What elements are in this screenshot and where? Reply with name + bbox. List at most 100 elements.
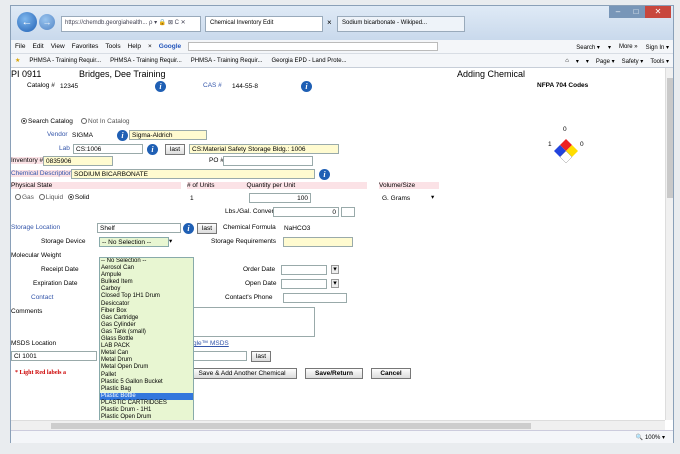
po-input[interactable] bbox=[223, 156, 313, 166]
favorite-link[interactable]: PHMSA - Training Requir... bbox=[191, 58, 263, 64]
msds-last-button[interactable]: last bbox=[251, 351, 271, 362]
lbs-convert-box[interactable] bbox=[341, 207, 355, 217]
storage-loc-info-icon[interactable]: i bbox=[183, 223, 194, 234]
storage-device-option[interactable]: Closed Top 1H1 Drum bbox=[100, 293, 193, 300]
storage-device-option[interactable]: Gas Tank (small) bbox=[100, 329, 193, 336]
storage-device-option[interactable]: Gas Cylinder bbox=[100, 322, 193, 329]
chevron-down-icon[interactable]: ▾ bbox=[169, 237, 172, 245]
home-icon[interactable]: ⌂ bbox=[565, 58, 569, 64]
lab-info-icon[interactable]: i bbox=[147, 144, 158, 155]
close-icon[interactable]: × bbox=[148, 43, 152, 50]
units-input[interactable]: 1 bbox=[187, 193, 247, 203]
storage-device-option[interactable]: Aerosol Can bbox=[100, 265, 193, 272]
solid-radio[interactable] bbox=[67, 194, 74, 201]
safety-menu[interactable]: Safety ▾ bbox=[622, 58, 644, 65]
storage-device-option[interactable]: Metal Drum bbox=[100, 357, 193, 364]
zoom-level[interactable]: 🔍 100% ▾ bbox=[636, 434, 665, 441]
not-in-catalog-option[interactable]: Not In Catalog bbox=[81, 118, 130, 125]
not-in-catalog-radio[interactable] bbox=[81, 118, 87, 125]
favorite-link[interactable]: Georgia EPD - Land Prote... bbox=[272, 58, 347, 64]
menu-edit[interactable]: Edit bbox=[32, 43, 43, 50]
save-add-button[interactable]: Save & Add Another Chemical bbox=[187, 368, 297, 379]
menu-view[interactable]: View bbox=[51, 43, 65, 50]
search-catalog-option[interactable]: Search Catalog bbox=[21, 118, 73, 125]
chevron-down-icon[interactable]: ▾ bbox=[431, 193, 434, 201]
menu-help[interactable]: Help bbox=[128, 43, 141, 50]
vendor-info-icon[interactable]: i bbox=[117, 130, 128, 141]
back-button[interactable]: ← bbox=[17, 12, 37, 32]
horizontal-scroll-thumb[interactable] bbox=[51, 423, 531, 429]
storage-device-option[interactable]: Pallet bbox=[100, 372, 193, 379]
open-date-input[interactable] bbox=[281, 279, 327, 289]
storage-device-option[interactable]: -- No Selection -- bbox=[100, 258, 193, 265]
tools-menu[interactable]: Tools ▾ bbox=[650, 58, 669, 65]
open-date-calendar-icon[interactable]: ▾ bbox=[331, 279, 339, 288]
inventory-input[interactable]: 0835906 bbox=[43, 156, 113, 166]
storage-device-option[interactable]: Bulked Item bbox=[100, 279, 193, 286]
msds-extra-input[interactable] bbox=[193, 351, 247, 361]
tab-wikipedia[interactable]: Sodium bicarbonate - Wikiped... bbox=[337, 16, 465, 32]
toolbar-dropdown[interactable]: ▾ bbox=[608, 44, 611, 51]
tab-close-icon[interactable]: × bbox=[327, 18, 332, 27]
minimize-icon[interactable]: – bbox=[609, 6, 627, 18]
storage-device-option[interactable]: Plastic 5 Gallon Bucket bbox=[100, 379, 193, 386]
storage-device-option[interactable]: Metal Can bbox=[100, 350, 193, 357]
contact-phone-input[interactable] bbox=[283, 293, 347, 303]
vendor-code-input[interactable]: SIGMA bbox=[69, 130, 113, 140]
vertical-scrollbar[interactable] bbox=[665, 68, 673, 420]
search-button[interactable]: Search ▾ bbox=[576, 44, 600, 51]
menu-file[interactable]: File bbox=[15, 43, 25, 50]
storage-device-dropdown-list[interactable]: -- No Selection -- Aerosol Can Ampule Bulke… bbox=[99, 257, 194, 420]
storage-device-option[interactable]: Fiber Box bbox=[100, 308, 193, 315]
order-date-calendar-icon[interactable]: ▾ bbox=[331, 265, 339, 274]
favorite-link[interactable]: PHMSA - Training Requir... bbox=[110, 58, 182, 64]
storage-loc-input[interactable]: Shelf bbox=[97, 223, 181, 233]
search-catalog-radio[interactable] bbox=[21, 118, 27, 125]
star-icon[interactable]: ★ bbox=[15, 57, 20, 64]
maximize-icon[interactable]: □ bbox=[627, 6, 645, 18]
lbs-input[interactable]: 0 bbox=[273, 207, 339, 217]
page-menu[interactable]: Page ▾ bbox=[596, 58, 615, 65]
more-button[interactable]: More » bbox=[619, 44, 638, 50]
storage-device-option[interactable]: PLASTIC CARTRIDGES bbox=[100, 400, 193, 407]
lab-input[interactable]: CS:1006 bbox=[73, 144, 143, 154]
storage-device-option[interactable]: Plastic Drum - 1H1 bbox=[100, 407, 193, 414]
storage-device-option[interactable]: Gas Cartridge bbox=[100, 315, 193, 322]
cancel-button[interactable]: Cancel bbox=[371, 368, 411, 379]
storage-device-option[interactable]: Plastic Bottle bbox=[100, 392, 193, 400]
forward-button[interactable]: → bbox=[39, 14, 55, 30]
order-date-input[interactable] bbox=[281, 265, 327, 275]
vertical-scroll-thumb[interactable] bbox=[667, 78, 673, 198]
storage-device-option[interactable]: Plastic Bag bbox=[100, 386, 193, 393]
address-bar[interactable]: https://chemdb.georgiahealth... ρ ▾ 🔒 ⊠ … bbox=[61, 16, 201, 32]
msds-input[interactable]: CI 1001 bbox=[11, 351, 97, 361]
qty-input[interactable]: 100 bbox=[249, 193, 311, 203]
storage-device-option[interactable]: LAB PACK bbox=[100, 343, 193, 350]
storage-device-select[interactable]: -- No Selection -- bbox=[99, 237, 169, 247]
storage-device-option[interactable]: Metal Open Drum bbox=[100, 364, 193, 371]
storage-req-input[interactable] bbox=[283, 237, 353, 247]
google-search-input[interactable] bbox=[188, 42, 439, 51]
storage-loc-last-button[interactable]: last bbox=[197, 223, 217, 234]
catalog-input[interactable]: 12345 bbox=[57, 81, 117, 91]
vendor-name-input[interactable]: Sigma-Aldrich bbox=[129, 130, 207, 140]
catalog-info-icon[interactable]: i bbox=[155, 81, 166, 92]
feeds-dropdown[interactable]: ▾ bbox=[576, 58, 579, 65]
print-dropdown[interactable]: ▾ bbox=[586, 58, 589, 65]
storage-device-option[interactable]: Glass Bottle bbox=[100, 336, 193, 343]
menu-tools[interactable]: Tools bbox=[105, 43, 120, 50]
cas-input[interactable]: 144-55-8 bbox=[229, 81, 285, 91]
comments-textarea[interactable] bbox=[193, 307, 315, 337]
chem-formula-input[interactable]: NaHCO3 bbox=[281, 223, 355, 233]
lab-last-button[interactable]: last bbox=[165, 144, 185, 155]
favorite-link[interactable]: PHMSA - Training Requir... bbox=[29, 58, 101, 64]
google-msds-link[interactable]: gle™ MSDS bbox=[193, 340, 229, 347]
chem-desc-info-icon[interactable]: i bbox=[319, 169, 330, 180]
save-return-button[interactable]: Save/Return bbox=[305, 368, 363, 379]
storage-device-option[interactable]: Carboy bbox=[100, 286, 193, 293]
horizontal-scrollbar[interactable] bbox=[11, 420, 665, 430]
chem-desc-input[interactable]: SODIUM BICARBONATE bbox=[71, 169, 315, 179]
close-icon[interactable]: ✕ bbox=[645, 6, 671, 18]
gas-radio[interactable] bbox=[15, 194, 21, 201]
sign-in-button[interactable]: Sign In ▾ bbox=[646, 44, 669, 51]
